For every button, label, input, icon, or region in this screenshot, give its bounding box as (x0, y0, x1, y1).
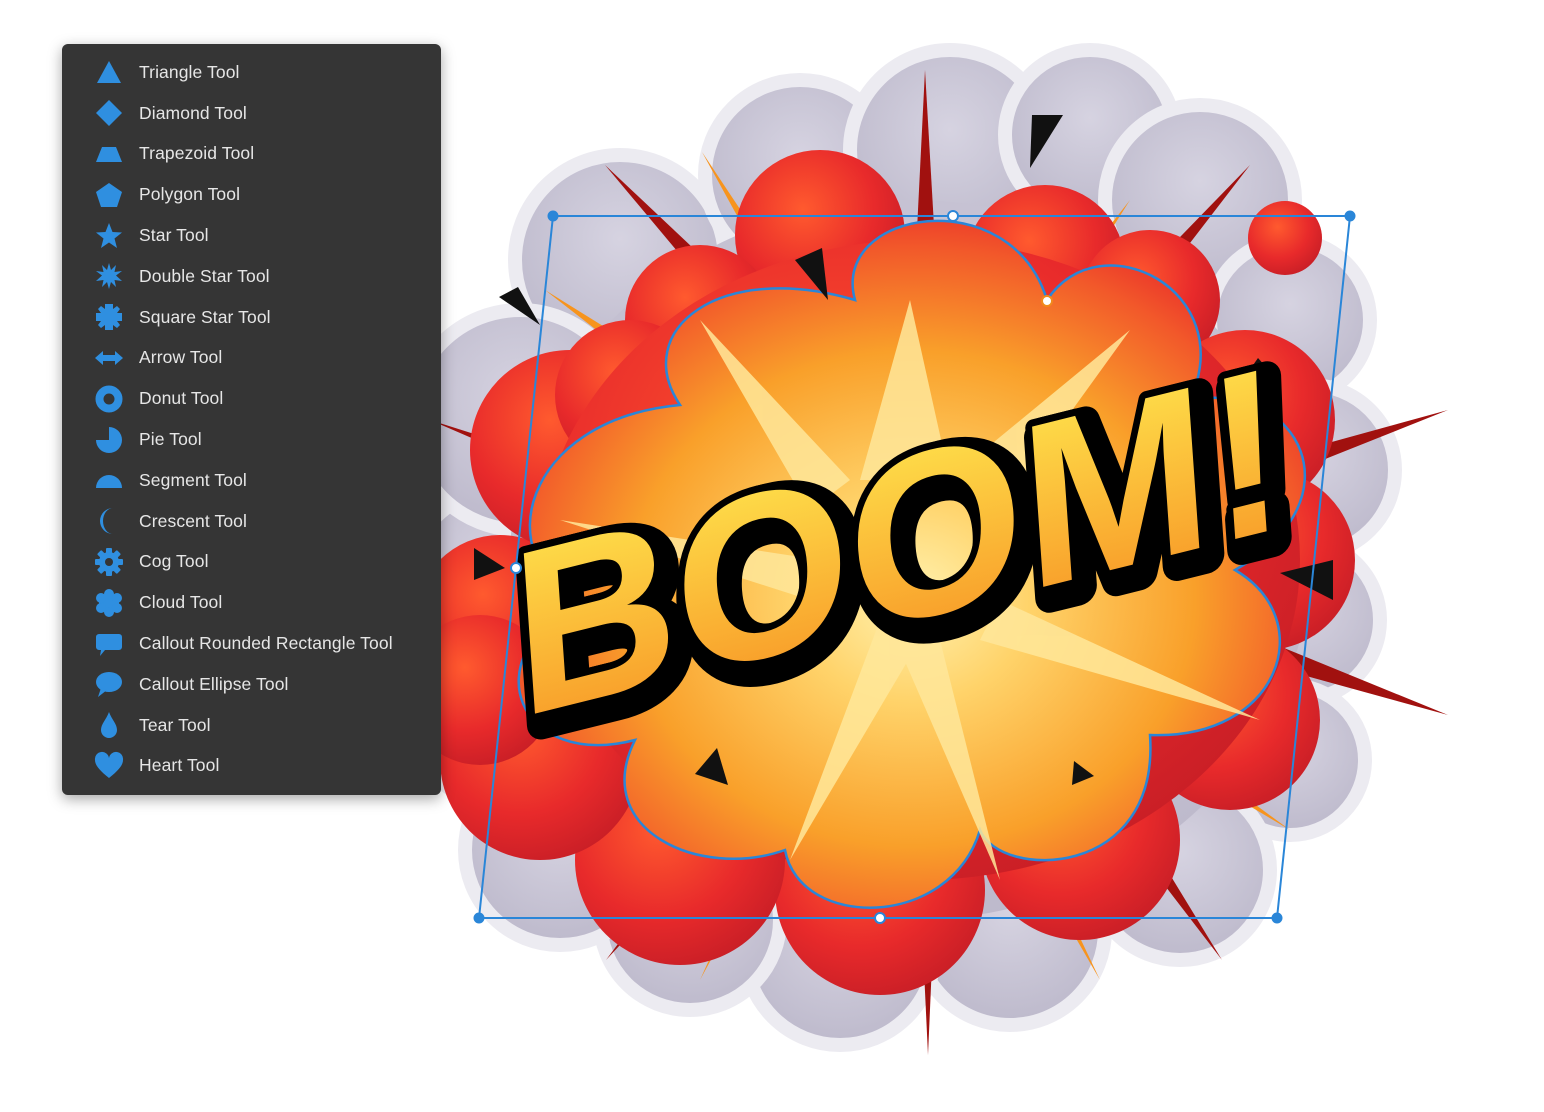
tool-label: Star Tool (139, 225, 209, 246)
diamond-icon (94, 98, 124, 128)
tool-label: Cog Tool (139, 551, 209, 572)
tear-icon (94, 710, 124, 740)
tool-item-double-star[interactable]: Double Star Tool (62, 256, 441, 297)
tool-item-square-star[interactable]: Square Star Tool (62, 297, 441, 338)
handle-top-middle[interactable] (947, 210, 959, 222)
tool-label: Trapezoid Tool (139, 143, 255, 164)
handle-bottom-left[interactable] (473, 912, 485, 924)
donut-icon (94, 384, 124, 414)
cloud-icon (94, 588, 124, 618)
handle-bottom-middle[interactable] (874, 912, 886, 924)
tool-label: Diamond Tool (139, 102, 247, 123)
polygon-icon (94, 180, 124, 210)
tool-item-cloud[interactable]: Cloud Tool (62, 582, 441, 623)
heart-icon (94, 751, 124, 781)
tool-label: Heart Tool (139, 755, 220, 776)
tool-item-polygon[interactable]: Polygon Tool (62, 174, 441, 215)
shape-tool-menu: Triangle Tool Diamond Tool Trapezoid Too… (62, 44, 441, 795)
tool-label: Triangle Tool (139, 61, 240, 82)
tool-label: Callout Rounded Rectangle Tool (139, 633, 393, 654)
tool-item-callout-ellipse[interactable]: Callout Ellipse Tool (62, 664, 441, 705)
arrow-icon (94, 343, 124, 373)
tool-item-crescent[interactable]: Crescent Tool (62, 501, 441, 542)
tool-label: Square Star Tool (139, 306, 271, 327)
tool-item-cog[interactable]: Cog Tool (62, 542, 441, 583)
cog-icon (94, 547, 124, 577)
callout-ellipse-icon (94, 669, 124, 699)
tool-item-star[interactable]: Star Tool (62, 215, 441, 256)
triangle-icon (94, 57, 124, 87)
shape-control-handle[interactable] (1041, 295, 1053, 307)
tool-label: Donut Tool (139, 388, 224, 409)
pie-icon (94, 425, 124, 455)
tool-item-donut[interactable]: Donut Tool (62, 378, 441, 419)
tool-item-trapezoid[interactable]: Trapezoid Tool (62, 134, 441, 175)
callout-rounded-rectangle-icon (94, 629, 124, 659)
handle-top-right[interactable] (1344, 210, 1356, 222)
tool-item-pie[interactable]: Pie Tool (62, 419, 441, 460)
tool-label: Crescent Tool (139, 510, 247, 531)
handle-top-left[interactable] (547, 210, 559, 222)
handle-bottom-right[interactable] (1271, 912, 1283, 924)
tool-item-segment[interactable]: Segment Tool (62, 460, 441, 501)
handle-left-middle[interactable] (510, 562, 522, 574)
tool-label: Callout Ellipse Tool (139, 673, 289, 694)
tool-item-tear[interactable]: Tear Tool (62, 705, 441, 746)
tool-label: Cloud Tool (139, 592, 223, 613)
tool-label: Arrow Tool (139, 347, 223, 368)
tool-label: Segment Tool (139, 469, 247, 490)
tool-label: Polygon Tool (139, 184, 241, 205)
star-icon (94, 221, 124, 251)
tool-item-diamond[interactable]: Diamond Tool (62, 93, 441, 134)
segment-icon (94, 465, 124, 495)
tool-label: Tear Tool (139, 714, 211, 735)
tool-label: Double Star Tool (139, 265, 270, 286)
crescent-icon (94, 506, 124, 536)
tool-item-triangle[interactable]: Triangle Tool (62, 52, 441, 93)
tool-item-callout-rounded-rectangle[interactable]: Callout Rounded Rectangle Tool (62, 623, 441, 664)
square-star-icon (94, 302, 124, 332)
tool-item-arrow[interactable]: Arrow Tool (62, 338, 441, 379)
double-star-icon (94, 261, 124, 291)
tool-item-heart[interactable]: Heart Tool (62, 746, 441, 787)
trapezoid-icon (94, 139, 124, 169)
tool-label: Pie Tool (139, 429, 202, 450)
